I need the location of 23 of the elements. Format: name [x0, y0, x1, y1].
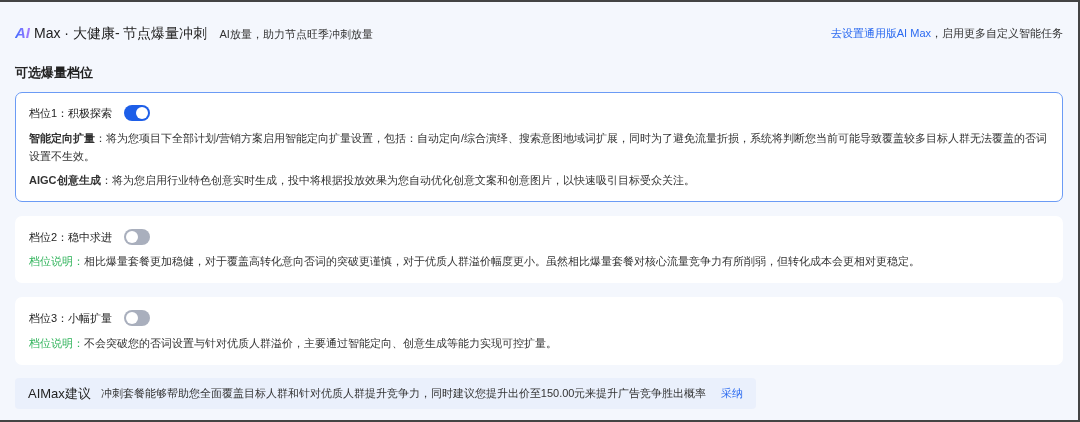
toggle-switch[interactable]	[124, 228, 151, 245]
description: 不会突破您的否词设置与针对优质人群溢价，主要通过智能定向、创意生成等能力实现可控扩量。	[84, 336, 557, 349]
settings-link[interactable]: 去设置通用版AI Max	[830, 25, 931, 42]
tier-title: 档位3：小幅扩量	[29, 311, 113, 326]
description: 相比爆量套餐更加稳健，对于覆盖高转化意向否词的突破更谨慎，对于优质人群溢价幅度更小。虽然相比爆量套餐对核心流量竞争力有所削弱，但转化成本会更相对更稳定。	[84, 255, 920, 267]
toggle-switch[interactable]	[124, 105, 151, 122]
section-title: 可选爆量档位	[15, 63, 94, 82]
suggestion-title: AIMax建议	[28, 384, 91, 403]
description: AIGC创意生成：将为您启用行业特色创意实时生成，投中将根据投放效果为您自动优化创意文案和创意图片，以快速吸引目标受众关注。	[29, 172, 696, 188]
description-label: 档位说明：	[29, 255, 84, 267]
suggestion-text: 冲刺套餐能够帮助您全面覆盖目标人群和针对优质人群提升竞争力，同时建议您提升出价至150.00元来提升广告竞争胜出概率	[100, 386, 707, 401]
tier-title: 档位1：积极探索	[29, 106, 113, 121]
description-label: 档位说明：	[29, 336, 84, 349]
adopt-link[interactable]: 采纳	[720, 385, 743, 402]
tier-card[interactable]: 档位2：稳中求进 档位说明：相比爆量套餐更加稳健，对于覆盖高转化意向否词的突破更谨慎，对于优质人群溢价幅度更小。虽然相比爆量套餐对核心流量竞争力有所削弱，但转化成本会更相对更稳定。	[15, 215, 1063, 283]
page-subtitle: AI放量，助力节点旺季冲刺放量	[219, 27, 373, 42]
description: 智能定向扩量：将为您项目下全部计划/营销方案启用智能定向扩量设置，包括：自动定向/综合演绎、搜索意图地域词扩展，同时为了避免流量折损，系统将判断您当前可能导致覆盖较多目标人群无法覆盖的否词设置不生效。	[29, 130, 1049, 164]
tier-title: 档位2：稳中求进	[29, 229, 113, 245]
toggle-switch[interactable]	[124, 310, 151, 327]
page-title: Max · 大健康- 节点爆量冲刺	[34, 24, 208, 43]
link-note: ，启用更多自定义智能任务	[931, 26, 1063, 41]
tier-card[interactable]: 档位1：积极探索 智能定向扩量：将为您项目下全部计划/营销方案启用智能定向扩量设置，包括：自动定向/综合演绎、搜索意图地域词扩展，同时为了避免流量折损，系统将判断您当前可能导致覆盖较多目标人群无法覆盖的否词设置不生效。 AIGC创意生成：将为您启用行业特色创意实时生成，投中将根据投放效果为您自动优化创意文案和创意图片，以快速吸引目标受众关注。	[15, 92, 1063, 202]
tier-card[interactable]: 档位3：小幅扩量 档位说明：不会突破您的否词设置与针对优质人群溢价，主要通过智能定向、创意生成等能力实现可控扩量。	[15, 297, 1063, 365]
